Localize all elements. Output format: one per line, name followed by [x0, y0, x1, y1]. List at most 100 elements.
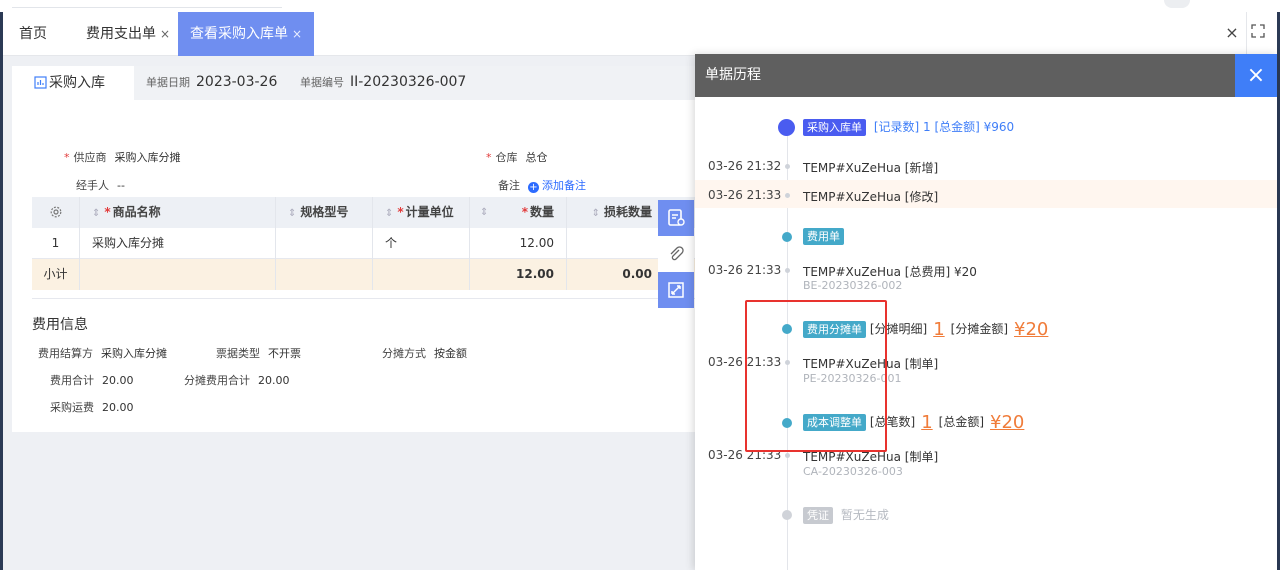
label: 单据日期: [146, 76, 190, 89]
timeline-node: [782, 510, 792, 520]
document-history-icon: [668, 209, 685, 226]
table-row[interactable]: 1 采购入库分摊 个 12.00: [32, 228, 704, 259]
divider: [32, 298, 702, 299]
tab-label: 费用支出单: [86, 26, 156, 42]
group-expense: 费用单: [803, 228, 844, 245]
warehouse-field: * 仓库 总仓: [486, 151, 548, 164]
timeline-node: [778, 119, 795, 136]
history-button[interactable]: [658, 200, 694, 236]
event-time: 03-26 21:32: [708, 159, 782, 173]
group-info: [记录数] 1 [总金额] ¥960: [873, 120, 1015, 134]
voucher-status: 暂无生成: [840, 508, 889, 522]
value: 采购入库分摊: [101, 347, 167, 360]
fullscreen-icon[interactable]: [1251, 24, 1267, 40]
paperclip-icon: [670, 246, 684, 261]
col-product-name[interactable]: ⇕ * 商品名称: [80, 197, 276, 228]
info-label: [分摊金额]: [950, 322, 1009, 336]
document-date: 单据日期 2023-03-26: [146, 66, 277, 99]
tab-expense[interactable]: 费用支出单 ×: [86, 12, 170, 56]
event-doc-number[interactable]: CA-20230326-003: [803, 465, 903, 478]
label: 经手人: [76, 179, 109, 192]
alloc-method-field: 分摊方式 按金额: [382, 345, 467, 361]
divider: [1246, 12, 1247, 56]
alloc-total-field: 分摊费用合计 20.00: [184, 372, 290, 388]
left-edge: [0, 12, 3, 570]
label: 单据编号: [300, 76, 344, 89]
event-text: TEMP#XuZeHua [总费用] ¥20: [803, 265, 977, 279]
document-chart-icon: [34, 76, 47, 89]
badge-purchase-inbound[interactable]: 采购入库单: [803, 119, 866, 136]
remark-field: 备注 + 添加备注: [498, 177, 586, 193]
handler-field: 经手人 --: [76, 177, 125, 193]
amount-link[interactable]: ¥20: [1014, 319, 1048, 340]
col-loss-qty[interactable]: ⇕ 损耗数量: [567, 197, 664, 228]
count-link[interactable]: 1: [921, 412, 932, 433]
value: 按金额: [434, 347, 467, 360]
empty-cell: [276, 259, 373, 290]
subtotal-row: 小计 12.00 0.00: [32, 259, 704, 290]
bill-type-field: 票据类型 不开票: [216, 345, 301, 361]
spec: [276, 228, 373, 259]
header-text: 损耗数量: [603, 205, 652, 219]
subtotal-qty: 12.00: [470, 259, 567, 290]
timeline-node: [782, 232, 792, 242]
event-text: TEMP#XuZeHua [新增]: [803, 161, 939, 175]
top-strip: [0, 0, 1280, 12]
drawer-title: 单据历程: [705, 67, 761, 83]
event-text: TEMP#XuZeHua [修改]: [803, 190, 939, 204]
add-remark-button[interactable]: + 添加备注: [528, 179, 586, 193]
event-doc-number[interactable]: BE-20230326-002: [803, 279, 902, 292]
document-header: 采购入库 单据日期 2023-03-26 单据编号 II-20230326-007: [12, 66, 702, 100]
side-tools: [658, 200, 694, 308]
qty: 12.00: [470, 228, 567, 259]
expand-icon: [668, 282, 684, 298]
value: 采购入库分摊: [114, 151, 181, 164]
highlight-annotation: [745, 300, 887, 452]
tab-purchase-inbound[interactable]: 查看采购入库单 ×: [178, 12, 315, 56]
close-drawer-button[interactable]: ×: [1235, 54, 1277, 97]
tab-bar: 首页 费用支出单 × 查看采购入库单 × ×: [3, 12, 1277, 56]
timeline-dot: [785, 164, 790, 169]
unit: 个: [373, 228, 470, 259]
label: 仓库: [495, 151, 518, 164]
settle-party-field: 费用结算方 采购入库分摊: [38, 345, 167, 361]
col-spec[interactable]: ⇕ 规格型号: [276, 197, 373, 228]
label: 费用合计: [50, 374, 94, 387]
document-title: 采购入库: [12, 66, 134, 100]
loss-qty: [567, 228, 664, 259]
expand-button[interactable]: [658, 272, 694, 308]
tab-home[interactable]: 首页: [19, 12, 47, 56]
count-link[interactable]: 1: [933, 319, 944, 340]
close-all-tabs-button[interactable]: ×: [1223, 24, 1241, 42]
label: 分摊费用合计: [184, 374, 250, 387]
label: 分摊方式: [382, 347, 426, 360]
label: 采购运费: [50, 401, 94, 414]
timeline-dot: [785, 453, 790, 458]
empty-cell: [373, 259, 470, 290]
subtotal-loss: 0.00: [622, 267, 652, 281]
freight-field: 采购运费 20.00: [50, 399, 134, 415]
label: 添加备注: [542, 179, 586, 192]
value: 不开票: [268, 347, 301, 360]
badge-expense[interactable]: 费用单: [803, 228, 844, 245]
attachment-button[interactable]: [658, 236, 694, 272]
label: 费用结算方: [38, 347, 93, 360]
header-text: 商品名称: [112, 205, 161, 219]
value: 20.00: [258, 374, 290, 387]
label: 供应商: [73, 151, 107, 164]
header-text: 规格型号: [300, 205, 349, 219]
empty-cell: [80, 259, 276, 290]
close-icon[interactable]: ×: [292, 27, 302, 41]
col-qty[interactable]: ⇕ * 数量: [470, 197, 567, 228]
title-text: 采购入库: [49, 75, 105, 91]
table-header: ⇕ * 商品名称 ⇕ 规格型号 ⇕ * 计量单位 ⇕ * 数量 ⇕ 损耗数量: [32, 197, 704, 228]
settings-icon[interactable]: [32, 197, 80, 228]
close-icon[interactable]: ×: [160, 27, 170, 41]
subtotal-label: 小计: [32, 259, 80, 290]
col-unit[interactable]: ⇕ * 计量单位: [373, 197, 470, 228]
header-text: 数量: [529, 205, 554, 219]
amount-link[interactable]: ¥20: [990, 412, 1024, 433]
label: 票据类型: [216, 347, 260, 360]
product-name: 采购入库分摊: [80, 228, 276, 259]
plus-icon: +: [528, 182, 539, 193]
